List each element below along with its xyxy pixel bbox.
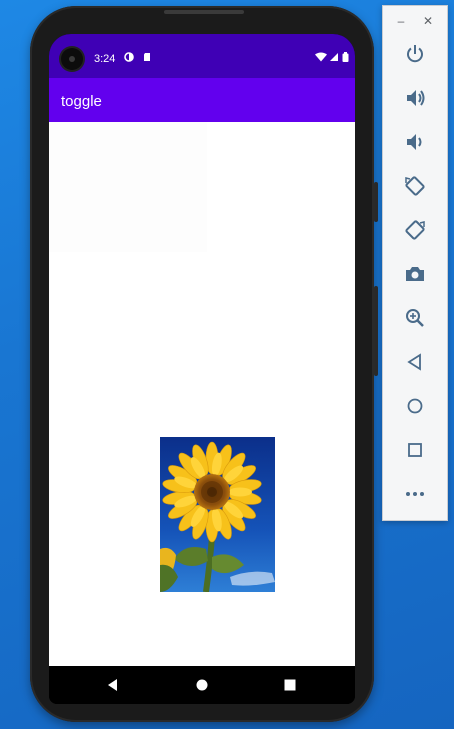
screenshot-button[interactable] — [400, 259, 430, 289]
camera-icon — [406, 267, 424, 281]
nav-back-icon[interactable] — [105, 677, 121, 693]
phone-side-button — [374, 182, 378, 222]
phone-volume-rocker — [374, 286, 378, 376]
more-icon — [406, 492, 424, 496]
home-button[interactable] — [400, 391, 430, 421]
nav-home-icon[interactable] — [194, 677, 210, 693]
device-screen: 3:24 toggle — [49, 34, 355, 704]
volume-down-button[interactable] — [400, 127, 430, 157]
power-icon — [407, 45, 423, 63]
data-saver-icon — [124, 52, 134, 62]
overview-button[interactable] — [400, 435, 430, 465]
toggle-button-area[interactable] — [49, 122, 207, 252]
close-button[interactable]: ✕ — [421, 14, 435, 28]
power-button[interactable] — [400, 39, 430, 69]
navigation-bar — [49, 666, 355, 704]
signal-icon — [330, 53, 338, 61]
app-bar: toggle — [49, 78, 355, 122]
home-icon — [407, 398, 423, 414]
phone-frame: 3:24 toggle — [30, 6, 378, 722]
sunflower-image — [160, 437, 275, 592]
sd-card-icon — [144, 53, 150, 61]
front-camera — [61, 48, 83, 70]
overview-icon — [408, 443, 422, 457]
rotate-right-button[interactable] — [400, 215, 430, 245]
more-button[interactable] — [400, 479, 430, 509]
status-bar: 3:24 — [49, 34, 355, 78]
nav-recents-icon[interactable] — [282, 677, 298, 693]
rotate-right-icon — [405, 220, 425, 240]
app-content — [49, 122, 355, 666]
volume-up-button[interactable] — [400, 83, 430, 113]
app-title: toggle — [61, 93, 102, 110]
status-time: 3:24 — [94, 53, 116, 65]
rotate-left-button[interactable] — [400, 171, 430, 201]
minimize-button[interactable]: – — [394, 14, 408, 28]
volume-up-icon — [407, 90, 425, 106]
earpiece — [164, 10, 244, 14]
battery-icon — [342, 52, 349, 62]
rotate-left-icon — [405, 176, 425, 196]
wifi-icon — [315, 52, 327, 62]
emulator-toolbar: – ✕ — [382, 5, 448, 521]
zoom-button[interactable] — [400, 303, 430, 333]
back-icon — [407, 353, 421, 371]
zoom-icon — [406, 309, 424, 327]
volume-down-icon — [407, 134, 422, 150]
back-button[interactable] — [400, 347, 430, 377]
